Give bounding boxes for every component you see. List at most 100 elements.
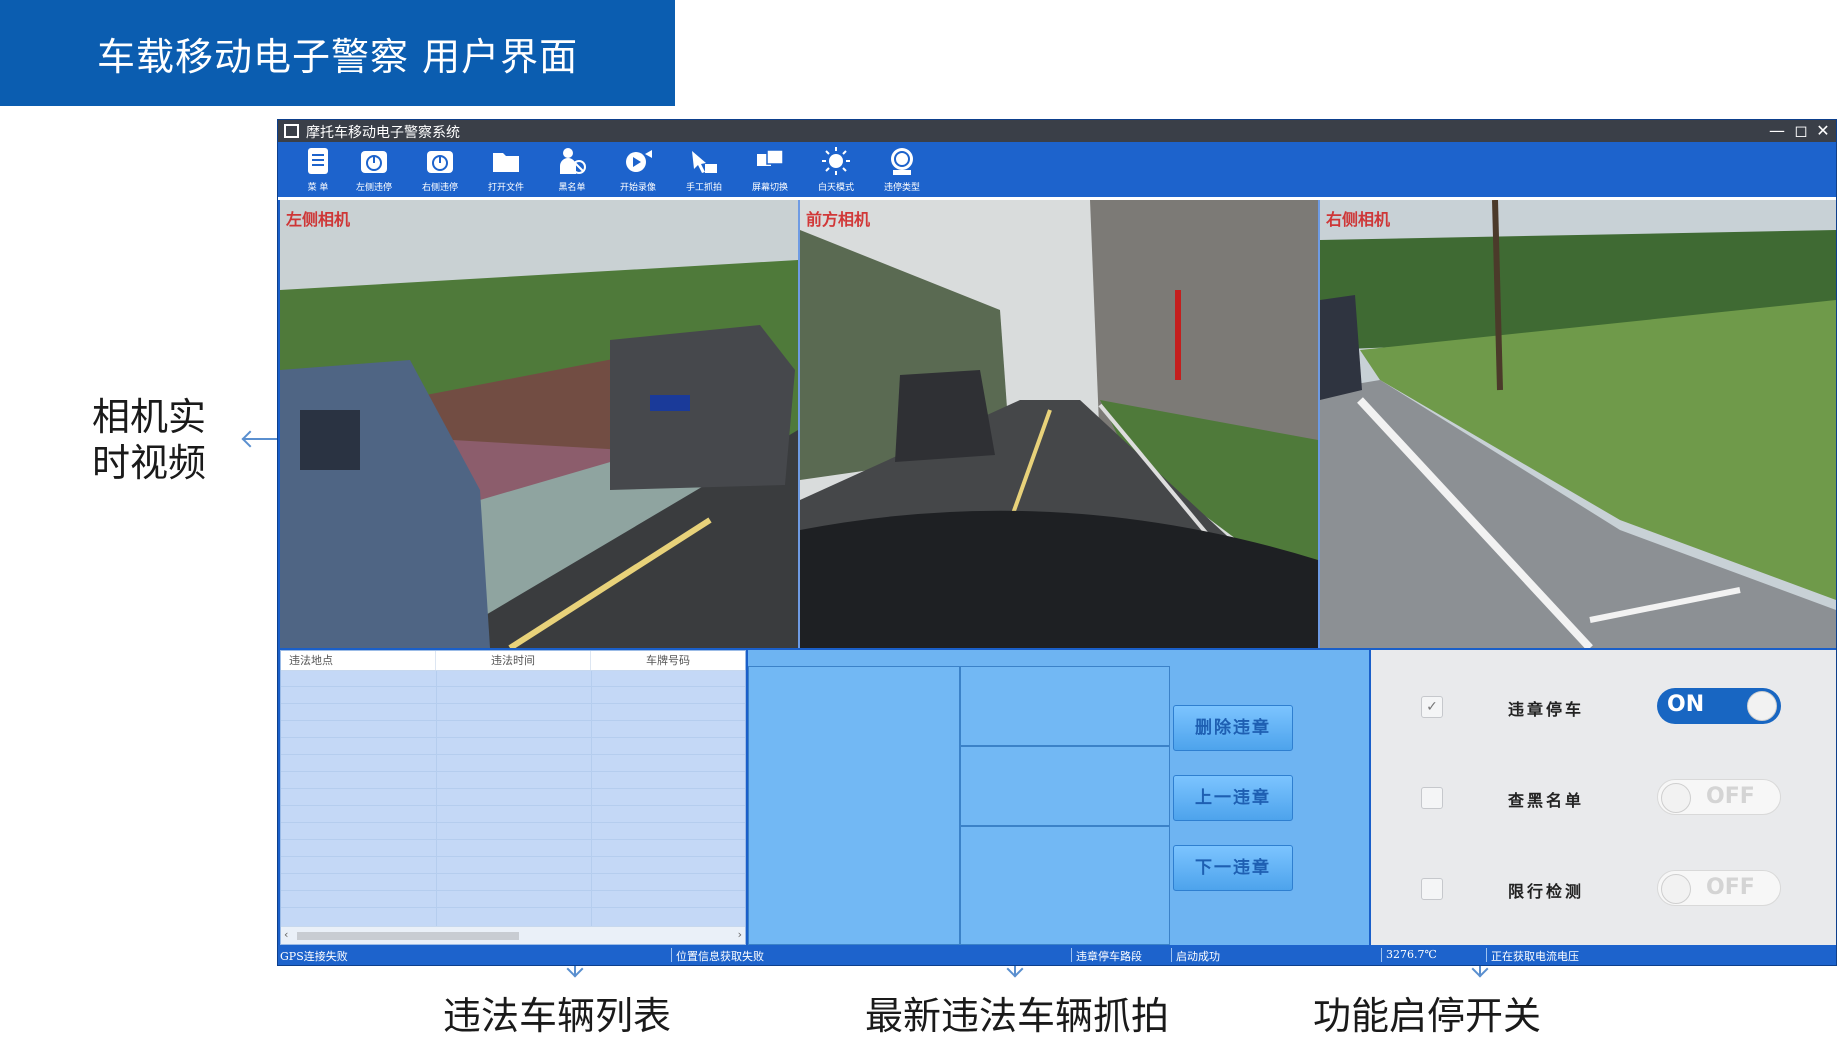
toolbar-right-parking-label: 右侧违停 xyxy=(421,183,458,193)
grid-col-line xyxy=(591,671,592,926)
restriction-label: 限行检测 xyxy=(1508,882,1585,901)
toolbar-parking-type-button[interactable]: 违停类型 xyxy=(874,146,930,198)
delete-violation-button[interactable]: 删除违章 xyxy=(1173,705,1293,751)
blacklist-toggle-knob xyxy=(1661,783,1691,813)
status-bar: GPS连接失败 位置信息获取失败 违章停车路段 启动成功 3276.7℃ 正在获… xyxy=(278,945,1836,965)
toolbar-right-parking-button[interactable]: 右侧违停 xyxy=(412,146,468,198)
capture-thumb-3[interactable] xyxy=(960,826,1170,945)
status-separator xyxy=(1071,948,1072,962)
horizontal-scrollbar[interactable]: ‹ › xyxy=(281,926,745,944)
parking-checkbox[interactable]: ✓ xyxy=(1421,696,1443,718)
blacklist-label: 查黑名单 xyxy=(1508,791,1585,810)
blacklist-toggle[interactable]: OFF xyxy=(1657,779,1781,815)
column-header-location[interactable]: 违法地点 xyxy=(281,651,436,670)
video-label-front: 前方相机 xyxy=(806,210,871,229)
video-feed-right[interactable]: 右侧相机 xyxy=(1320,200,1836,648)
title-banner: 车载移动电子警察 用户界面 xyxy=(0,0,675,106)
capture-main-image[interactable] xyxy=(748,666,960,945)
toolbar-manual-capture-label: 手工抓拍 xyxy=(685,183,722,193)
grid-row-line xyxy=(281,805,745,806)
status-separator xyxy=(1486,948,1487,962)
restore-button[interactable]: ◻ xyxy=(1790,120,1812,142)
latest-capture-panel: 删除违章 上一违章 下一违章 xyxy=(748,650,1369,945)
scroll-right-arrow-icon[interactable]: › xyxy=(738,928,742,941)
capture-thumb-2[interactable] xyxy=(960,746,1170,826)
minimize-button[interactable]: — xyxy=(1766,120,1788,142)
toolbar-open-file-button[interactable]: 打开文件 xyxy=(478,146,534,198)
capture-thumb-1[interactable] xyxy=(960,666,1170,746)
window-titlebar[interactable]: 摩托车移动电子警察系统 — ◻ ✕ xyxy=(278,120,1836,142)
status-separator xyxy=(671,948,672,962)
hand-capture-icon xyxy=(692,151,717,173)
parking-toggle[interactable]: ON xyxy=(1657,688,1781,724)
column-header-time[interactable]: 违法时间 xyxy=(436,651,591,670)
grid-row-line xyxy=(281,890,745,891)
column-header-plate[interactable]: 车牌号码 xyxy=(591,651,745,670)
restriction-checkbox[interactable] xyxy=(1421,878,1443,900)
restriction-toggle[interactable]: OFF xyxy=(1657,870,1781,906)
toolbar-day-mode-button[interactable]: 白天模式 xyxy=(808,146,864,198)
video-feed-left[interactable]: 左侧相机 xyxy=(280,200,798,648)
toolbar-start-recording-label: 开始录像 xyxy=(619,183,656,193)
violation-table-header: 违法地点 违法时间 车牌号码 xyxy=(281,651,745,671)
grid-row-line xyxy=(281,856,745,857)
function-row-restriction: 限行检测 OFF xyxy=(1371,868,1836,908)
status-current: 正在获取电流电压 xyxy=(1491,950,1579,963)
restriction-toggle-knob xyxy=(1661,874,1691,904)
grid-row-line xyxy=(281,822,745,823)
parking-toggle-knob xyxy=(1747,691,1777,721)
status-temperature: 3276.7℃ xyxy=(1386,948,1437,961)
violation-table-body[interactable] xyxy=(281,671,745,926)
annotation-function-toggle: 功能启停开关 xyxy=(1313,994,1542,1038)
function-toggle-panel: ✓ 违章停车 ON 查黑名单 OFF 限行检测 OFF xyxy=(1371,650,1836,945)
screen-switch-icon xyxy=(757,149,784,166)
grid-row-line xyxy=(281,873,745,874)
annotation-latest-capture: 最新违法车辆抓拍 xyxy=(865,994,1170,1038)
grid-row-line xyxy=(281,737,745,738)
toolbar-menu-button[interactable]: 菜 单 xyxy=(290,146,346,198)
scroll-left-arrow-icon[interactable]: ‹ xyxy=(284,928,288,941)
status-section: 违章停车路段 xyxy=(1076,950,1142,963)
toolbar-screen-switch-label: 屏幕切换 xyxy=(751,183,788,193)
toolbar-menu-label: 菜 单 xyxy=(307,183,329,193)
toolbar-blacklist-label: 黑名单 xyxy=(558,183,586,193)
grid-row-line xyxy=(281,720,745,721)
live-video-area: 左侧相机 前方相机 右侧相机 xyxy=(280,200,1836,648)
blacklist-checkbox[interactable] xyxy=(1421,787,1443,809)
grid-col-line xyxy=(436,671,437,926)
toolbar-blacklist-button[interactable]: 黑名单 xyxy=(544,146,600,198)
blacklist-icon xyxy=(560,148,586,174)
slide: 车载移动电子警察 用户界面 相机实时视频 违法车辆列表 最新违法车辆抓拍 功能启… xyxy=(0,0,1837,1040)
app-window: 摩托车移动电子警察系统 — ◻ ✕ 菜 单 左侧违停 右侧违停 打开文件 黑名单… xyxy=(277,119,1837,966)
close-button[interactable]: ✕ xyxy=(1812,120,1834,142)
video-label-left: 左侧相机 xyxy=(286,210,351,229)
parking-toggle-text: ON xyxy=(1667,692,1705,717)
toolbar-start-recording-button[interactable]: 开始录像 xyxy=(610,146,666,198)
grid-row-line xyxy=(281,754,745,755)
blacklist-toggle-text: OFF xyxy=(1706,784,1755,809)
toolbar-screen-switch-button[interactable]: 屏幕切换 xyxy=(742,146,798,198)
violation-list-panel: 违法地点 违法时间 车牌号码 ‹ › xyxy=(280,650,746,945)
status-gps: GPS连接失败 xyxy=(280,950,348,963)
status-start: 启动成功 xyxy=(1176,950,1220,963)
annotation-violation-list: 违法车辆列表 xyxy=(443,994,672,1038)
sun-icon xyxy=(822,147,850,175)
restriction-toggle-text: OFF xyxy=(1706,875,1755,900)
toolbar-manual-capture-button[interactable]: 手工抓拍 xyxy=(676,146,732,198)
annotation-live-video: 相机实时视频 xyxy=(92,395,207,485)
toolbar-open-file-label: 打开文件 xyxy=(487,183,524,193)
previous-violation-button[interactable]: 上一违章 xyxy=(1173,775,1293,821)
function-row-blacklist: 查黑名单 OFF xyxy=(1371,777,1836,817)
status-separator xyxy=(1171,948,1172,962)
toolbar-left-parking-button[interactable]: 左侧违停 xyxy=(346,146,402,198)
video-frame-right xyxy=(1320,200,1836,648)
right-parking-icon xyxy=(427,151,453,173)
video-feed-front[interactable]: 前方相机 xyxy=(800,200,1318,648)
left-parking-icon xyxy=(361,151,387,173)
function-row-parking: ✓ 违章停车 ON xyxy=(1371,686,1836,726)
video-label-right: 右侧相机 xyxy=(1326,210,1391,229)
scrollbar-thumb[interactable] xyxy=(297,932,519,940)
next-violation-button[interactable]: 下一违章 xyxy=(1173,845,1293,891)
video-record-icon xyxy=(626,150,652,172)
arrowhead-live-video xyxy=(241,430,259,448)
